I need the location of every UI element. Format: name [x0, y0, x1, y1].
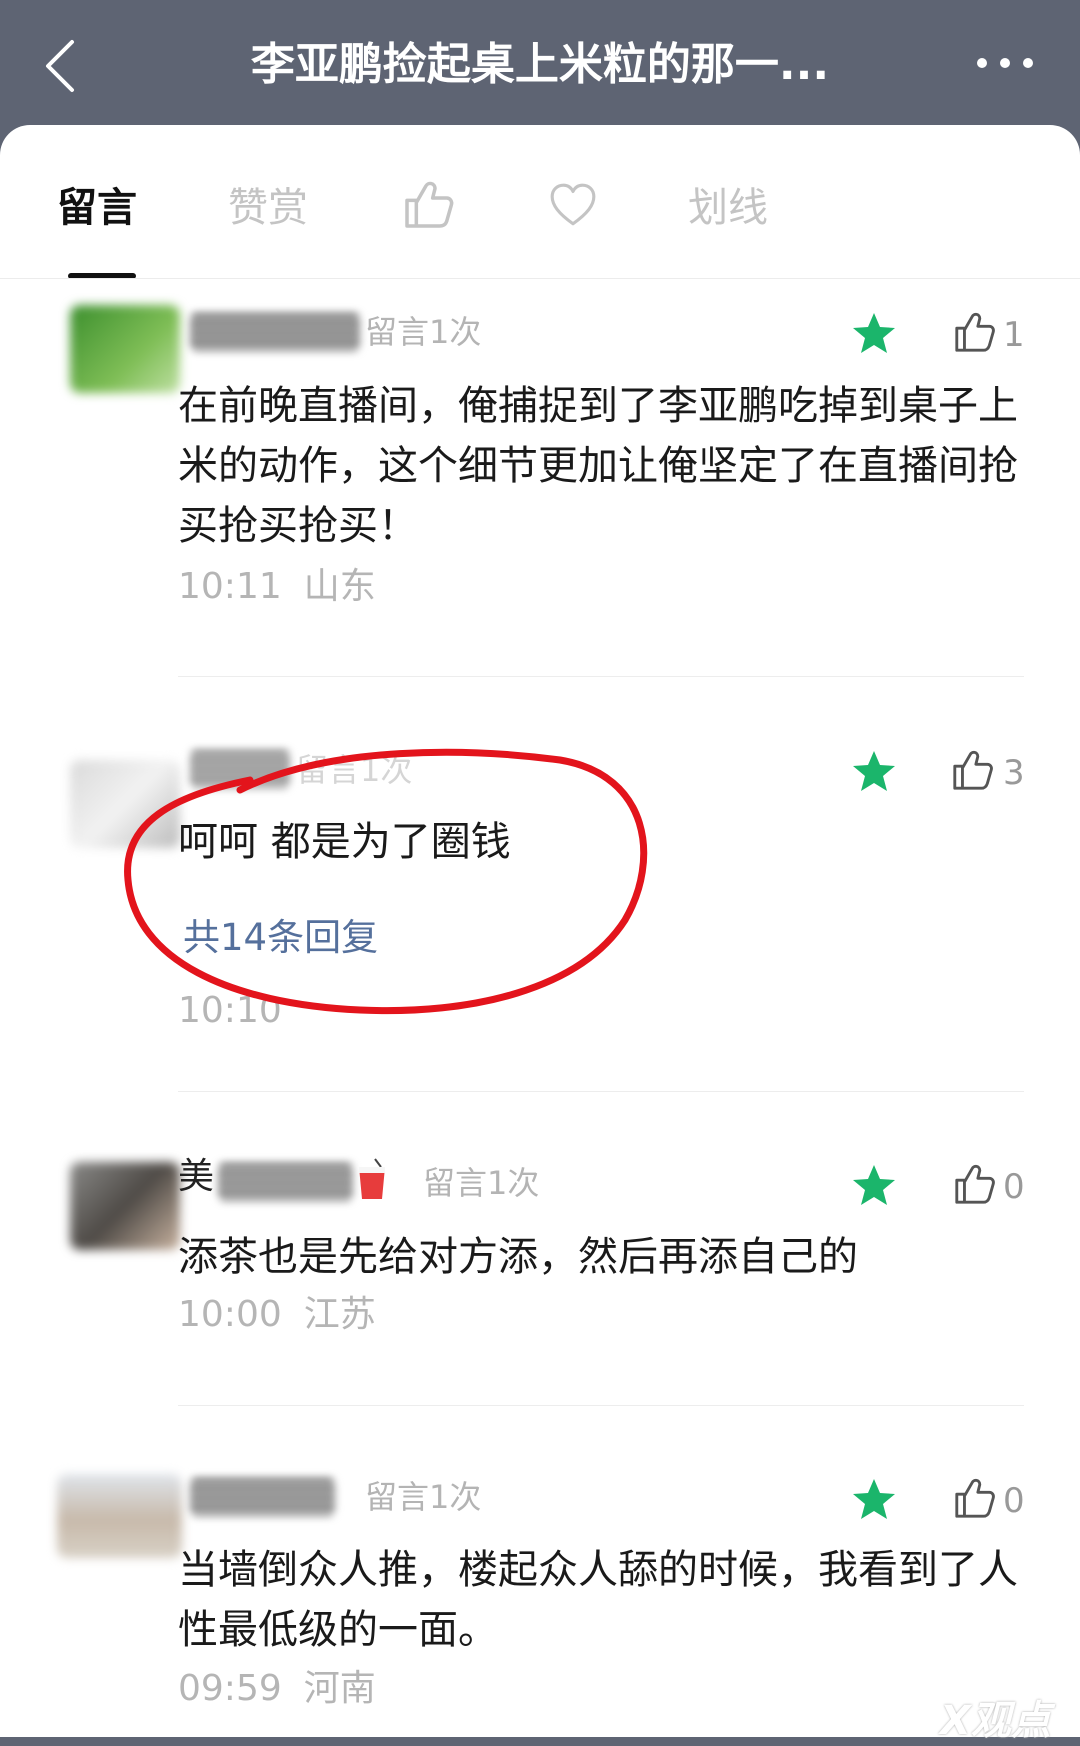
comment-time: 09:59 — [178, 1668, 282, 1709]
username-prefix[interactable]: 美 — [178, 1158, 218, 1196]
tab-comments[interactable]: 留言 — [57, 180, 137, 236]
avatar[interactable] — [70, 760, 180, 848]
comment-count-label: 留言1次 — [423, 1164, 540, 1202]
thumb-up-icon[interactable] — [950, 747, 996, 793]
back-arrow-icon[interactable] — [38, 36, 88, 96]
comment-text: 添茶也是先给对方添，然后再添自己的 — [178, 1234, 858, 1280]
comment-count-label: 留言1次 — [365, 1478, 482, 1516]
star-icon[interactable] — [850, 1162, 898, 1210]
article-title: 李亚鹏捡起桌上米粒的那一... — [250, 39, 830, 90]
like-count: 3 — [1003, 753, 1025, 793]
comment-location: 山东 — [303, 566, 376, 607]
like-count: 0 — [1003, 1481, 1025, 1521]
comment-text: 当墙倒众人推，楼起众人舔的时候，我看到了人性最低级的一面。 — [178, 1547, 1018, 1653]
tab-like-thumb-icon[interactable] — [400, 177, 456, 233]
avatar[interactable] — [70, 305, 180, 393]
comment-time: 10:10 — [178, 990, 282, 1031]
comment-meta: 10:00 江苏 — [178, 1290, 376, 1340]
tabs-divider — [0, 278, 1080, 279]
username-blurred[interactable] — [190, 1478, 335, 1516]
star-icon[interactable] — [850, 310, 898, 358]
username-blurred[interactable] — [190, 313, 360, 351]
comment-text: 呵呵 都是为了圈钱 — [178, 819, 511, 865]
comment-text: 在前晚直播间，俺捕捉到了李亚鹏吃掉到桌子上米的动作，这个细节更加让俺坚定了在直播… — [178, 383, 1018, 549]
like-count: 1 — [1003, 315, 1025, 355]
comment-divider — [178, 1405, 1024, 1406]
tab-heart-icon[interactable] — [548, 180, 598, 230]
tab-reward[interactable]: 赞赏 — [228, 180, 308, 236]
top-bar: 李亚鹏捡起桌上米粒的那一... — [0, 0, 1080, 140]
thumb-up-icon[interactable] — [952, 309, 998, 355]
comment-meta: 10:11 山东 — [178, 562, 376, 612]
more-options-icon[interactable] — [970, 48, 1040, 78]
comment-divider — [178, 1091, 1024, 1092]
comment-location: 江苏 — [303, 1294, 376, 1335]
avatar[interactable] — [70, 1162, 180, 1250]
username-blurred[interactable] — [190, 750, 290, 788]
tab-bar: 留言 赞赏 划线 — [0, 125, 1080, 275]
comment-divider — [178, 676, 1024, 677]
comment-count-label: 留言1次 — [365, 313, 482, 351]
like-count: 0 — [1003, 1167, 1025, 1207]
view-replies-link[interactable]: 共14条回复 — [183, 913, 378, 963]
star-icon[interactable] — [850, 1476, 898, 1524]
tab-underline[interactable]: 划线 — [688, 180, 768, 236]
drink-cup-emoji-icon — [359, 1158, 385, 1199]
watermark-logo: X观点 — [940, 1698, 1051, 1744]
comment-location: 河南 — [303, 1668, 376, 1709]
comment-meta: 09:59 河南 — [178, 1664, 376, 1714]
username-blurred[interactable] — [218, 1163, 353, 1201]
comment-time: 10:11 — [178, 566, 282, 607]
star-icon[interactable] — [850, 748, 898, 796]
comment-time: 10:00 — [178, 1294, 282, 1335]
comment-count-label: 留言1次 — [296, 751, 413, 789]
avatar[interactable] — [57, 1474, 182, 1558]
thumb-up-icon[interactable] — [952, 1161, 998, 1207]
thumb-up-icon[interactable] — [952, 1475, 998, 1521]
